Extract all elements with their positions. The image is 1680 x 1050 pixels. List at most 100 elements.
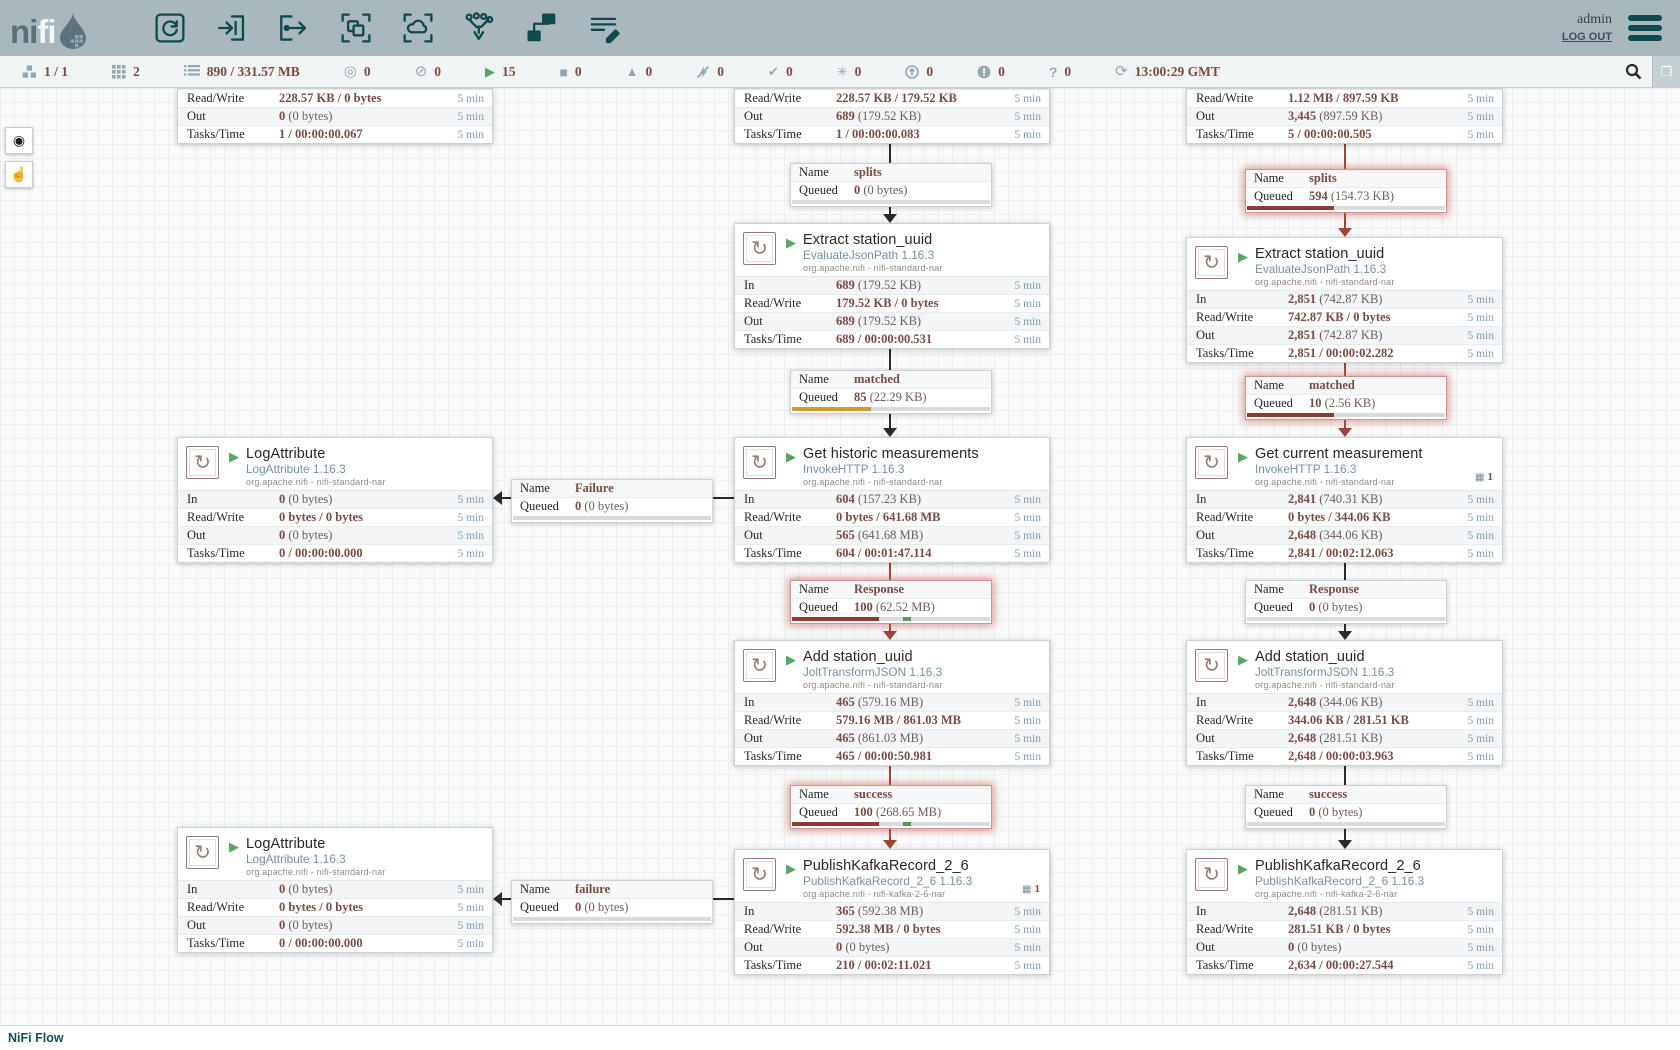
- cubes-icon: [22, 65, 37, 79]
- birdseye-toggle-button[interactable]: ❐: [1652, 56, 1680, 88]
- processor-log-attribute-bottom[interactable]: ↻▶LogAttributeLogAttribute 1.16.3org.apa…: [177, 827, 493, 953]
- processor-bundle: org.apache.nifi - nifi-standard-nar: [246, 477, 386, 487]
- running-status-icon: ▶: [229, 839, 239, 855]
- processor-extract-station-uuid-right[interactable]: ↻▶Extract station_uuidEvaluateJsonPath 1…: [1186, 237, 1503, 363]
- processor-stamp-icon: ↻: [1195, 446, 1228, 479]
- status-value: 0: [717, 64, 724, 80]
- connection-label-success-right[interactable]: NamesuccessQueued0 (0 bytes): [1245, 785, 1447, 829]
- connection-line: [889, 141, 891, 163]
- connection-label-success-mid[interactable]: NamesuccessQueued100 (268.65 MB): [790, 785, 992, 829]
- remote-process-group-tool-icon[interactable]: [398, 8, 438, 48]
- connection-label-response-right[interactable]: NameResponseQueued0 (0 bytes): [1245, 580, 1447, 624]
- search-button[interactable]: [1615, 63, 1652, 80]
- last-refreshed-time: 13:00:29 GMT: [1135, 64, 1220, 80]
- connection-name-row: Namefailure: [512, 881, 712, 898]
- processor-tool-icon[interactable]: [150, 8, 190, 48]
- processor-bundle: org.apache.nifi - nifi-standard-nar: [803, 477, 979, 487]
- queue-percent-fill: [903, 617, 911, 621]
- current-user: admin: [1562, 11, 1612, 30]
- stat-row-in: In2,851 (742.87 KB)5 min: [1187, 291, 1502, 308]
- processor-get-current-measurement[interactable]: ↻▶Get current measurementInvokeHTTP 1.16…: [1186, 437, 1503, 563]
- refresh-icon[interactable]: ⟳: [1115, 64, 1128, 79]
- processor-top-right[interactable]: Read/Write1.12 MB / 897.59 KB5 minOut3,4…: [1186, 88, 1503, 144]
- status-item: ■0: [559, 64, 581, 80]
- stat-row-in: In689 (179.52 KB)5 min: [735, 277, 1049, 294]
- refresh-status[interactable]: ⟳ 13:00:29 GMT: [1115, 64, 1220, 80]
- processor-header: ↻▶PublishKafkaRecord_2_6PublishKafkaReco…: [735, 850, 1049, 902]
- processor-get-historic-measurements[interactable]: ↻▶Get historic measurementsInvokeHTTP 1.…: [734, 437, 1050, 563]
- process-group-tool-icon[interactable]: [336, 8, 376, 48]
- connection-label-matched-right[interactable]: NamematchedQueued10 (2.56 KB): [1245, 376, 1447, 420]
- transmitting-icon: ◎: [344, 64, 357, 79]
- cluster-node-badge: ▦1: [1022, 883, 1040, 895]
- stat-row-read-write: Read/Write0 bytes / 641.68 MB5 min: [735, 508, 1049, 526]
- processor-header: ↻▶Get current measurementInvokeHTTP 1.16…: [1187, 438, 1502, 490]
- running-status-icon: ▶: [1238, 652, 1248, 668]
- stat-row-out: Out0 (0 bytes)5 min: [178, 107, 492, 125]
- processor-extract-station-uuid-mid[interactable]: ↻▶Extract station_uuidEvaluateJsonPath 1…: [734, 223, 1050, 349]
- logo-text-ni: ni: [10, 13, 37, 51]
- connection-queued-row: Queued85 (22.29 KB): [791, 388, 991, 406]
- locally-modified-icon: ✳: [837, 65, 848, 78]
- processor-stamp-icon: ↻: [1195, 246, 1228, 279]
- processor-add-station-uuid-right[interactable]: ↻▶Add station_uuidJoltTransformJSON 1.16…: [1186, 640, 1503, 766]
- running-status-icon: ▶: [786, 652, 796, 668]
- stat-row-read-write: Read/Write344.06 KB / 281.51 KB5 min: [1187, 711, 1502, 729]
- processor-publish-kafka-right[interactable]: ↻▶PublishKafkaRecord_2_6PublishKafkaReco…: [1186, 849, 1503, 975]
- funnel-tool-icon[interactable]: [460, 8, 500, 48]
- processor-bundle: org.apache.nifi - nifi-standard-nar: [1255, 477, 1423, 487]
- processor-title: Get current measurement: [1255, 446, 1423, 462]
- queue-percent-fill: [792, 822, 879, 826]
- queue-percent-fill: [1247, 413, 1334, 417]
- connection-label-splits-right[interactable]: NamesplitsQueued594 (154.73 KB): [1245, 169, 1447, 213]
- status-item: ✔0: [768, 64, 793, 80]
- arrowhead-left-icon: [493, 491, 502, 505]
- flow-canvas[interactable]: Read/Write228.57 KB / 0 bytes5 minOut0 (…: [0, 88, 1680, 1026]
- arrowhead-down-icon: [1338, 631, 1352, 640]
- connection-label-failure-bottom[interactable]: NamefailureQueued0 (0 bytes): [511, 880, 713, 924]
- connection-name-row: Namesplits: [1246, 170, 1446, 187]
- arrowhead-down-icon: [883, 214, 897, 223]
- stat-row-read-write: Read/Write742.87 KB / 0 bytes5 min: [1187, 308, 1502, 326]
- status-value: 0: [646, 64, 653, 80]
- connection-label-matched-mid[interactable]: NamematchedQueued85 (22.29 KB): [790, 370, 992, 414]
- status-bar: 1 / 12890 / 331.57 MB◎0⊘0▶15■0▲00✔0✳000?…: [0, 56, 1680, 88]
- grid-icon: [112, 65, 126, 79]
- processor-top-left[interactable]: Read/Write228.57 KB / 0 bytes5 minOut0 (…: [177, 88, 493, 144]
- global-menu-icon[interactable]: [1628, 15, 1662, 41]
- connection-queued-row: Queued0 (0 bytes): [1246, 803, 1446, 821]
- stat-row-out: Out689 (179.52 KB)5 min: [735, 312, 1049, 330]
- processor-top-mid[interactable]: Read/Write228.57 KB / 179.52 KB5 minOut6…: [734, 88, 1050, 144]
- processor-stamp-icon: ↻: [186, 836, 219, 869]
- connection-label-splits-mid[interactable]: NamesplitsQueued0 (0 bytes): [790, 163, 992, 207]
- stat-row-in: In0 (0 bytes)5 min: [178, 491, 492, 508]
- processor-bundle: org.apache.nifi - nifi-kafka-2-6-nar: [1255, 889, 1424, 899]
- stat-row-in: In465 (579.16 MB)5 min: [735, 694, 1049, 711]
- stat-row-read-write: Read/Write179.52 KB / 0 bytes5 min: [735, 294, 1049, 312]
- processor-title: Extract station_uuid: [803, 232, 943, 248]
- connection-label-failure-top[interactable]: NameFailureQueued0 (0 bytes): [511, 479, 713, 523]
- pan-hand-button[interactable]: ☝: [5, 161, 33, 188]
- breadcrumb[interactable]: NiFi Flow: [8, 1031, 64, 1045]
- status-value: 0: [434, 64, 441, 80]
- connection-queued-row: Queued10 (2.56 KB): [1246, 394, 1446, 412]
- processor-bundle: org.apache.nifi - nifi-standard-nar: [803, 263, 943, 273]
- processor-add-station-uuid-mid[interactable]: ↻▶Add station_uuidJoltTransformJSON 1.16…: [734, 640, 1050, 766]
- processor-log-attribute-top[interactable]: ↻▶LogAttributeLogAttribute 1.16.3org.apa…: [177, 437, 493, 563]
- stat-row-in: In2,648 (344.06 KB)5 min: [1187, 694, 1502, 711]
- processor-publish-kafka-mid[interactable]: ↻▶PublishKafkaRecord_2_6PublishKafkaReco…: [734, 849, 1050, 975]
- connection-name-row: Namesplits: [791, 164, 991, 181]
- cluster-node-count: 1: [1035, 883, 1041, 895]
- processor-title: Get historic measurements: [803, 446, 979, 462]
- output-port-tool-icon[interactable]: [274, 8, 314, 48]
- operate-target-button[interactable]: ◉: [5, 127, 33, 154]
- logout-link[interactable]: LOG OUT: [1562, 30, 1612, 45]
- status-value: 0: [855, 64, 862, 80]
- label-tool-icon[interactable]: [584, 8, 624, 48]
- connection-label-response-mid[interactable]: NameResponseQueued100 (62.52 MB): [790, 580, 992, 624]
- input-port-tool-icon[interactable]: [212, 8, 252, 48]
- connection-name-row: NameFailure: [512, 480, 712, 497]
- template-tool-icon[interactable]: [522, 8, 562, 48]
- stat-row-tasks-time: Tasks/Time604 / 00:01:47.1145 min: [735, 544, 1049, 562]
- arrowhead-down-icon: [883, 840, 897, 849]
